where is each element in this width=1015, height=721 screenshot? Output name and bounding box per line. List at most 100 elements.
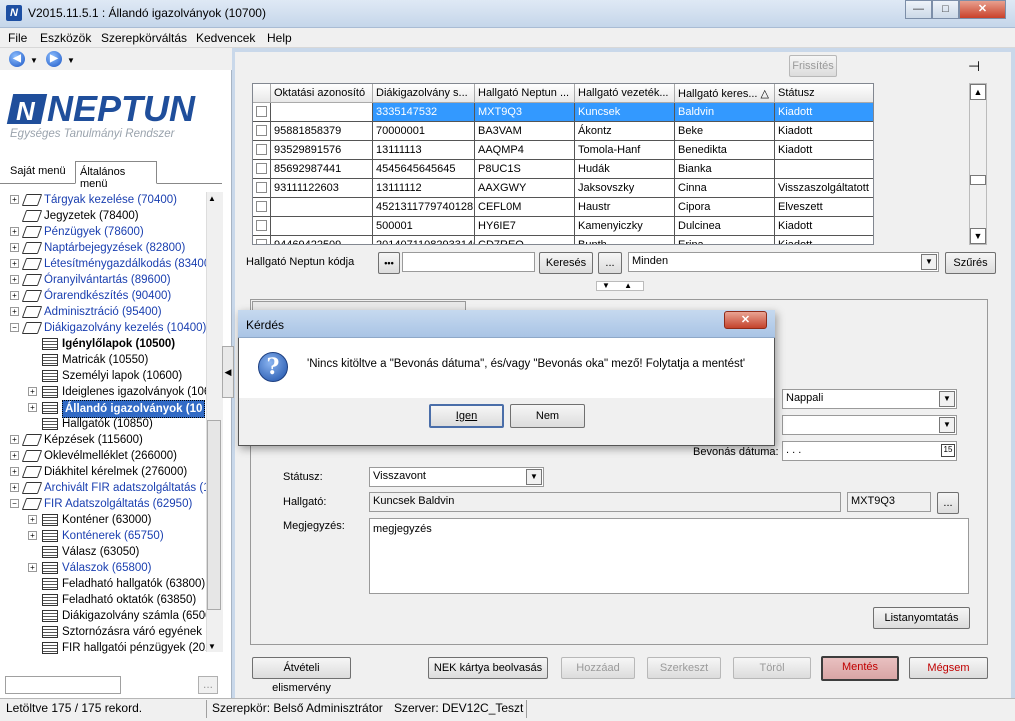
row-checkbox[interactable] bbox=[256, 125, 267, 136]
tree-item[interactable]: − Diákigazolvány kezelés (10400) bbox=[0, 320, 206, 336]
menu-szerepkorvaltas[interactable]: Szerepkörváltás bbox=[101, 31, 187, 45]
column-header[interactable]: Státusz bbox=[775, 84, 873, 103]
scroll-down-icon[interactable]: ▼ bbox=[208, 642, 216, 651]
status-arrow-icon[interactable]: ▼ bbox=[526, 469, 542, 485]
table-row[interactable]: 93529891576 13111113 AAQMP4 Tomola-Hanf Bene… bbox=[253, 141, 873, 160]
tree-item[interactable]: + Konténerek (65750) bbox=[0, 528, 206, 544]
tab-sajat-menu[interactable]: Saját menü bbox=[10, 165, 66, 177]
tree-item[interactable]: Matricák (10550) bbox=[0, 352, 206, 368]
expand-icon[interactable]: + bbox=[28, 387, 37, 396]
expand-icon[interactable]: + bbox=[10, 259, 19, 268]
nek-card-button[interactable]: NEK kártya beolvasás bbox=[428, 657, 548, 679]
table-row[interactable]: 94469422509 201407110829331400 CD7REO Bunth… bbox=[253, 236, 873, 244]
table-row[interactable]: 95881858379 70000001 BA3VAM Ákontz Beke Kiado… bbox=[253, 122, 873, 141]
tree-item[interactable]: + Konténer (63000) bbox=[0, 512, 206, 528]
tree-item[interactable]: Feladható hallgatók (63800) bbox=[0, 576, 206, 592]
search-more-button[interactable]: ... bbox=[598, 252, 622, 274]
edit-button[interactable]: Szerkeszt bbox=[647, 657, 721, 679]
tree-item[interactable]: + Oklevélmelléklet (266000) bbox=[0, 448, 206, 464]
filter-button[interactable]: Szűrés bbox=[945, 252, 996, 274]
dialog-yes-button[interactable]: Igen bbox=[429, 404, 504, 428]
tree-item[interactable]: + Válaszok (65800) bbox=[0, 560, 206, 576]
maximize-button[interactable]: □ bbox=[932, 0, 959, 19]
tree-item[interactable]: + Naptárbejegyzések (82800) bbox=[0, 240, 206, 256]
tree-item[interactable]: + Diákhitel kérelmek (276000) bbox=[0, 464, 206, 480]
delete-button[interactable]: Töröl bbox=[733, 657, 811, 679]
cancel-button[interactable]: Mégsem bbox=[909, 657, 988, 679]
back-icon[interactable]: ◀ bbox=[9, 51, 25, 67]
filter-select-arrow-icon[interactable]: ▼ bbox=[921, 254, 937, 270]
calendar-icon[interactable]: 15 bbox=[941, 444, 955, 457]
second-select-arrow-icon[interactable]: ▼ bbox=[939, 417, 955, 433]
neptun-code-input[interactable] bbox=[402, 252, 535, 272]
refresh-button[interactable]: Frissítés bbox=[789, 55, 837, 77]
grid-scroll-down-icon[interactable]: ▼ bbox=[970, 228, 986, 244]
tree-item[interactable]: Sztornózásra váró egyének (7 bbox=[0, 624, 206, 640]
table-row[interactable]: 93111122603 13111112 AAXGWY Jaksovszky Cinna… bbox=[253, 179, 873, 198]
expand-icon[interactable]: + bbox=[10, 275, 19, 284]
tagozat-arrow-icon[interactable]: ▼ bbox=[939, 391, 955, 407]
menu-help[interactable]: Help bbox=[267, 31, 292, 45]
expand-icon[interactable]: + bbox=[10, 483, 19, 492]
close-window-button[interactable]: ✕ bbox=[959, 0, 1006, 19]
dialog-no-button[interactable]: Nem bbox=[510, 404, 585, 428]
tree-item[interactable]: Személyi lapok (10600) bbox=[0, 368, 206, 384]
expand-icon[interactable]: + bbox=[28, 403, 37, 412]
column-header[interactable]: Oktatási azonosító bbox=[271, 84, 373, 103]
tree-item[interactable]: − FIR Adatszolgáltatás (62950) bbox=[0, 496, 206, 512]
row-checkbox[interactable] bbox=[256, 220, 267, 231]
row-checkbox[interactable] bbox=[256, 201, 267, 212]
menu-search-button[interactable]: ... bbox=[198, 676, 218, 694]
student-lookup-button[interactable]: ... bbox=[937, 492, 959, 514]
filter-dots-button[interactable]: ••• bbox=[378, 252, 400, 274]
withdraw-date-input[interactable]: . . . bbox=[782, 441, 957, 461]
tagozat-select[interactable]: Nappali bbox=[782, 389, 957, 409]
forward-icon[interactable]: ▶ bbox=[46, 51, 62, 67]
grid-scroll-up-icon[interactable]: ▲ bbox=[970, 84, 986, 100]
dialog-close-button[interactable]: ✕ bbox=[724, 311, 767, 329]
tree-item[interactable]: Feladható oktatók (63850) bbox=[0, 592, 206, 608]
pin-icon[interactable]: ⊣ bbox=[968, 58, 980, 75]
back-dropdown-icon[interactable]: ▼ bbox=[30, 56, 38, 65]
tab-altalanos-menu[interactable]: Általános menü bbox=[75, 161, 157, 190]
save-button[interactable]: Mentés bbox=[821, 656, 899, 681]
column-header[interactable]: Diákigazolvány s... bbox=[373, 84, 475, 103]
menu-eszkozok[interactable]: Eszközök bbox=[40, 31, 91, 45]
print-list-button[interactable]: Listanyomtatás bbox=[873, 607, 970, 629]
row-checkbox[interactable] bbox=[256, 239, 267, 244]
table-row[interactable]: 3335147532 MXT9Q3 Kuncsek Baldvin Kiadott bbox=[253, 103, 873, 122]
filter-select[interactable]: Minden bbox=[628, 252, 939, 272]
tree-item[interactable]: + Állandó igazolványok (10 bbox=[0, 400, 206, 418]
scroll-up-icon[interactable]: ▲ bbox=[208, 194, 216, 203]
minimize-button[interactable]: — bbox=[905, 0, 932, 19]
expand-icon[interactable]: + bbox=[28, 515, 37, 524]
expand-icon[interactable]: + bbox=[10, 227, 19, 236]
tree-item[interactable]: Válasz (63050) bbox=[0, 544, 206, 560]
tree-item[interactable]: + Pénzügyek (78600) bbox=[0, 224, 206, 240]
collapse-icon[interactable]: − bbox=[10, 323, 19, 332]
expand-icon[interactable]: + bbox=[28, 563, 37, 572]
row-checkbox[interactable] bbox=[256, 163, 267, 174]
tree-item[interactable]: + Tárgyak kezelése (70400) bbox=[0, 192, 206, 208]
expand-icon[interactable]: + bbox=[10, 195, 19, 204]
table-row[interactable]: 85692987441 4545645645645 P8UC1S Hudák Biank… bbox=[253, 160, 873, 179]
grid-scroll-thumb[interactable] bbox=[970, 175, 986, 185]
row-checkbox[interactable] bbox=[256, 106, 267, 117]
tree-item[interactable]: + Adminisztráció (95400) bbox=[0, 304, 206, 320]
tree-item[interactable]: + Létesítménygazdálkodás (83400) bbox=[0, 256, 206, 272]
collapse-icon[interactable]: − bbox=[10, 499, 19, 508]
tree-item[interactable]: Hallgatók (10850) bbox=[0, 416, 206, 432]
tree-item[interactable]: + Képzések (115600) bbox=[0, 432, 206, 448]
tree-item[interactable]: Jegyzetek (78400) bbox=[0, 208, 206, 224]
forward-dropdown-icon[interactable]: ▼ bbox=[67, 56, 75, 65]
tree-item[interactable]: FIR hallgatói pénzügyek (2020 bbox=[0, 640, 206, 656]
tree-item[interactable]: + Archivált FIR adatszolgáltatás (14 bbox=[0, 480, 206, 496]
row-checkbox[interactable] bbox=[256, 182, 267, 193]
tree-scroll-thumb[interactable] bbox=[207, 420, 221, 610]
note-textarea[interactable]: megjegyzés bbox=[369, 518, 969, 594]
expand-icon[interactable]: + bbox=[28, 531, 37, 540]
expand-icon[interactable]: + bbox=[10, 467, 19, 476]
receipt-button[interactable]: Átvételi elismervény bbox=[252, 657, 351, 694]
add-button[interactable]: Hozzáad bbox=[561, 657, 635, 679]
tree-item[interactable]: + Órarendkészítés (90400) bbox=[0, 288, 206, 304]
